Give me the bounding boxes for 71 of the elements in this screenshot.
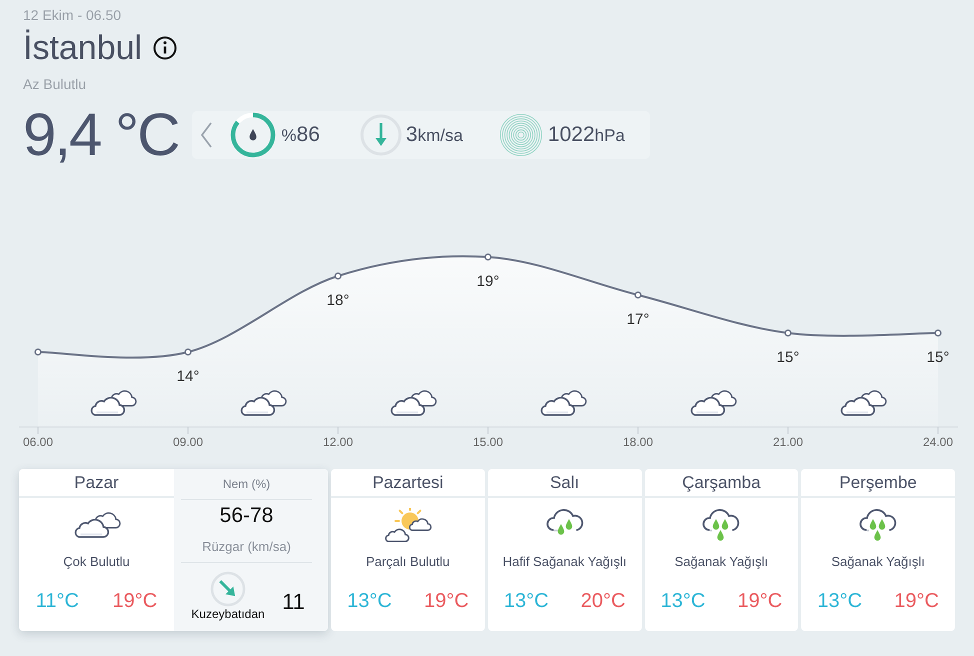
wind-direction: Kuzeybatıdan (191, 607, 265, 621)
low-temperature: 11°C (36, 589, 79, 614)
data-label: 18° (326, 292, 350, 309)
cloud-icon (690, 390, 737, 416)
day-card[interactable]: Salı Hafif Sağanak Yağışlı 13°C 20°C (488, 469, 642, 631)
day-card[interactable]: Pazar Çok Bulutlu 11°C 19°C Nem (%) 56-78 Rüzgar (km/sa) Kuzeybatıdan 11 (19, 469, 328, 631)
axis-label: 06.00 (22, 435, 54, 449)
date-time: 12 Ekim - 06.50 (23, 6, 122, 24)
drop-icon (250, 129, 257, 140)
data-point (784, 329, 792, 337)
cloud-icon (90, 390, 137, 416)
concentric-circles-icon (498, 113, 543, 157)
day-card[interactable]: Çarşamba Sağanak Yağışlı 13°C 19°C (644, 469, 798, 631)
humidity-value: %86 (281, 122, 320, 148)
axis-label: 24.00 (922, 435, 954, 449)
axis-label: 21.00 (772, 435, 804, 449)
day-condition: Çok Bulutlu (62, 553, 131, 571)
data-label: 19° (476, 273, 500, 290)
axis-label: 18.00 (622, 435, 654, 449)
arrow-circle-icon (360, 114, 402, 156)
data-label: 17° (626, 311, 650, 328)
high-temperature: 19°C (894, 589, 939, 614)
city-name: İstanbul (23, 28, 142, 69)
day-condition: Sağanak Yağışlı (830, 553, 926, 571)
low-temperature: 13°C (817, 589, 862, 614)
low-temperature: 13°C (660, 589, 706, 614)
data-point (34, 348, 42, 356)
day-name: Çarşamba (644, 469, 798, 498)
axis-label: 12.00 (322, 435, 354, 449)
data-point (934, 329, 942, 337)
cloud-icon (540, 390, 587, 416)
data-point (184, 348, 192, 356)
arrow-circle-icon (210, 571, 246, 607)
sun-cloud-icon (384, 508, 432, 542)
air-pressure: 1022hPa (548, 122, 625, 148)
current-temperature: 9,4 °C (23, 102, 178, 168)
cloud-icon (240, 390, 287, 416)
humidity-label: Nem (%) (181, 469, 312, 500)
data-label: 15° (776, 349, 800, 366)
day-name: Salı (488, 469, 642, 498)
cloud-icon (390, 390, 437, 416)
high-temperature: 19°C (737, 589, 782, 614)
day-name: Perşembe (801, 469, 955, 498)
high-temperature: 19°C (112, 589, 158, 614)
rain-cloud-icon (701, 508, 742, 542)
data-point (334, 272, 342, 280)
humidity-range: 56-78 (218, 503, 274, 529)
high-temperature: 20°C (580, 589, 626, 614)
cloud-icon (72, 512, 120, 538)
weather-condition: Az Bulutlu (23, 75, 88, 93)
wind-speed-value: 11 (281, 589, 306, 616)
day-card[interactable]: Pazartesi Parçalı Bulutlu 13°C 19°C (331, 469, 485, 631)
axis-label: 15.00 (472, 435, 504, 449)
data-label: 14° (176, 368, 200, 385)
day-condition: Parçalı Bulutlu (364, 553, 451, 571)
wind-speed: 3km/sa (406, 122, 463, 148)
high-temperature: 19°C (424, 589, 469, 614)
info-icon[interactable] (153, 36, 178, 60)
wind-label: Rüzgar (km/sa) (181, 532, 312, 563)
data-point (484, 253, 492, 261)
cloud-icon (840, 390, 887, 416)
data-point (634, 291, 642, 299)
day-condition: Sağanak Yağışlı (674, 553, 770, 571)
data-label: 15° (926, 349, 950, 366)
day-card[interactable]: Perşembe Sağanak Yağışlı 13°C 19°C (801, 469, 955, 631)
low-temperature: 13°C (347, 589, 392, 614)
low-temperature: 13°C (504, 589, 549, 614)
rain-cloud-icon (858, 508, 898, 542)
day-name: Pazartesi (331, 469, 485, 498)
axis-label: 09.00 (172, 435, 204, 449)
day-condition: Hafif Sağanak Yağışlı (502, 553, 628, 571)
